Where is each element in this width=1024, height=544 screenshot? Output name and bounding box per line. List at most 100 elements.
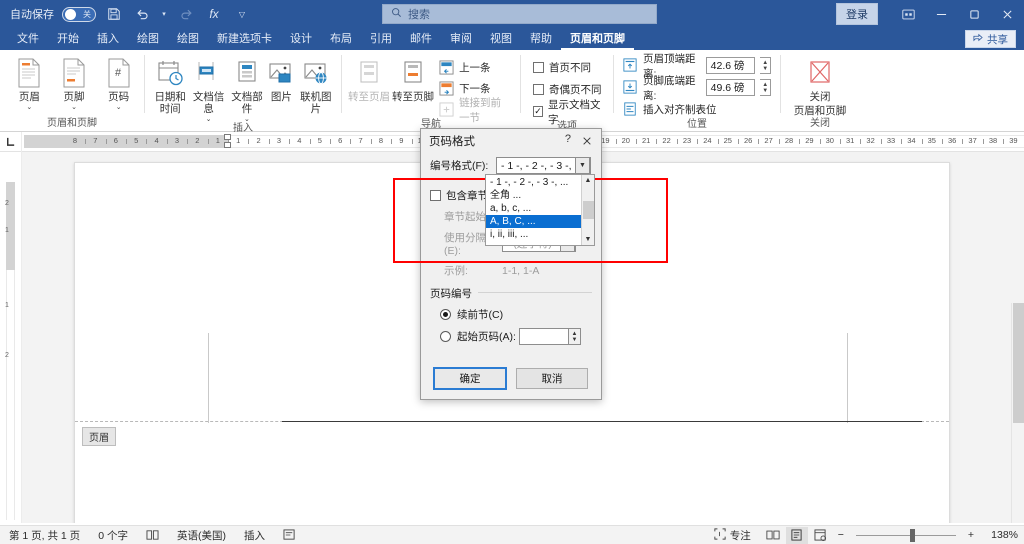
doc-info-icon <box>195 57 223 89</box>
tab-file[interactable]: 文件 <box>8 28 48 50</box>
dropdown-scroll-thumb[interactable] <box>582 201 594 219</box>
chevron-down-icon[interactable]: ▼ <box>575 157 590 174</box>
page-info[interactable]: 第 1 页, 共 1 页 <box>0 526 89 544</box>
fx-icon[interactable]: fx <box>204 4 224 24</box>
redo-icon[interactable] <box>176 4 196 24</box>
tab-header-footer[interactable]: 页眉和页脚 <box>561 28 634 50</box>
page-number-button[interactable]: # 页码 ⌄ <box>99 54 138 111</box>
tab-insert[interactable]: 插入 <box>88 28 128 50</box>
language-indicator[interactable]: 英语(美国) <box>168 526 235 544</box>
ribbon-display-options-icon[interactable] <box>892 0 925 28</box>
close-icon[interactable] <box>991 0 1024 28</box>
tab-help[interactable]: 帮助 <box>521 28 561 50</box>
dialog-help-icon[interactable]: ? <box>565 133 571 145</box>
cancel-button[interactable]: 取消 <box>516 368 588 389</box>
link-to-previous-button[interactable]: 链接到前一节 <box>436 97 514 124</box>
start-at-spinner[interactable]: ▲ ▼ <box>569 328 581 345</box>
dropdown-option[interactable]: A, B, C, ... <box>486 215 581 228</box>
dropdown-scrollbar[interactable]: ▲ ▼ <box>581 175 594 245</box>
number-format-dropdown-list[interactable]: - 1 -, - 2 -, - 3 -, ... 全角 ... a, b, c, .… <box>485 174 595 246</box>
chevron-down-icon[interactable]: ⌄ <box>26 104 32 111</box>
online-picture-button[interactable]: 联机图片 <box>297 54 335 115</box>
different-first-page-checkbox[interactable]: 首页不同 <box>530 58 594 77</box>
zoom-level[interactable]: 138% <box>980 529 1018 541</box>
vertical-ruler[interactable]: 2 1 1 2 <box>0 152 22 523</box>
footer-from-bottom-input[interactable]: 49.6 磅 <box>705 79 756 96</box>
chevron-down-icon[interactable]: ⌄ <box>71 104 77 111</box>
zoom-slider-thumb[interactable] <box>909 528 915 542</box>
chevron-down-icon[interactable]: ▼ <box>585 234 592 245</box>
tab-design[interactable]: 设计 <box>281 28 321 50</box>
scrollbar-thumb[interactable] <box>1013 303 1024 423</box>
tab-mailings[interactable]: 邮件 <box>401 28 441 50</box>
previous-button[interactable]: 上一条 <box>436 58 514 77</box>
picture-button[interactable]: 图片 <box>266 54 296 103</box>
start-at-radio[interactable] <box>440 331 451 342</box>
minimize-icon[interactable] <box>925 0 958 28</box>
undo-icon[interactable] <box>132 4 152 24</box>
ribbon-group-close: 关闭 页眉和页脚 关闭 <box>781 50 859 132</box>
chevron-up-icon[interactable]: ▲ <box>585 175 592 186</box>
footer-from-bottom-row[interactable]: 页脚底端距离: 49.6 磅 ▲ ▼ <box>620 75 774 102</box>
dropdown-option[interactable]: i, ii, iii, ... <box>486 228 581 241</box>
proofing-icon[interactable] <box>137 526 168 544</box>
dialog-close-icon[interactable] <box>577 132 597 150</box>
save-icon[interactable] <box>104 4 124 24</box>
doc-info-button[interactable]: 文档信息 ⌄ <box>189 54 227 123</box>
zoom-out-button[interactable]: − <box>834 526 848 544</box>
sign-in-button[interactable]: 登录 <box>836 3 878 25</box>
vertical-scrollbar[interactable] <box>1011 303 1024 523</box>
header-from-top-input[interactable]: 42.6 磅 <box>705 57 756 74</box>
dropdown-option[interactable]: a, b, c, ... <box>486 202 581 215</box>
tab-home[interactable]: 开始 <box>48 28 88 50</box>
insert-mode[interactable]: 插入 <box>235 526 274 544</box>
autosave-toggle[interactable]: 关 <box>62 6 96 22</box>
continue-from-previous-row[interactable]: 续前节(C) <box>430 307 592 322</box>
dropdown-option[interactable]: - 1 -, - 2 -, - 3 -, ... <box>486 176 581 189</box>
tab-view[interactable]: 视图 <box>481 28 521 50</box>
tab-draw[interactable]: 绘图 <box>128 28 168 50</box>
header-from-top-spinner[interactable]: ▲ ▼ <box>760 57 772 74</box>
close-header-footer-button[interactable]: 关闭 页眉和页脚 <box>791 54 849 117</box>
hanging-indent-marker[interactable] <box>224 142 231 148</box>
word-count[interactable]: 0 个字 <box>89 526 137 544</box>
zoom-slider[interactable] <box>855 526 956 544</box>
footer-from-bottom-spinner[interactable]: ▲ ▼ <box>760 79 772 96</box>
web-layout-icon[interactable] <box>810 527 832 544</box>
number-format-combo[interactable]: - 1 -, - 2 -, - 3 -, ... ▼ <box>496 157 591 174</box>
share-button[interactable]: 共享 <box>965 30 1016 48</box>
undo-dropdown-icon[interactable]: ▾ <box>160 4 168 24</box>
tab-references[interactable]: 引用 <box>361 28 401 50</box>
insert-alignment-tab-button[interactable]: 插入对齐制表位 <box>620 100 720 119</box>
include-chapter-checkbox[interactable] <box>430 190 441 201</box>
focus-mode-button[interactable]: 专注 <box>705 526 760 544</box>
goto-header-button[interactable]: 转至页眉 <box>348 54 390 103</box>
accessibility-icon[interactable] <box>274 526 305 544</box>
start-at-row[interactable]: 起始页码(A): ▲ ▼ <box>430 328 592 345</box>
zoom-in-button[interactable]: + <box>964 526 978 544</box>
ruler-tick <box>85 139 87 144</box>
restore-icon[interactable] <box>958 0 991 28</box>
continue-from-previous-radio[interactable] <box>440 309 451 320</box>
start-at-input[interactable] <box>519 328 569 345</box>
print-layout-icon[interactable] <box>785 526 808 544</box>
ok-button[interactable]: 确定 <box>433 367 507 390</box>
tab-draw-2[interactable]: 绘图 <box>168 28 208 50</box>
show-document-text-checkbox[interactable]: ✓ 显示文档文字 <box>530 99 607 126</box>
chevron-down-icon[interactable]: ▽ <box>232 4 252 24</box>
footer-button[interactable]: 页脚 ⌄ <box>55 54 94 111</box>
chevron-down-icon[interactable]: ⌄ <box>116 104 122 111</box>
header-button[interactable]: 页眉 ⌄ <box>10 54 49 111</box>
tab-layout[interactable]: 布局 <box>321 28 361 50</box>
read-mode-icon[interactable] <box>762 527 784 544</box>
first-line-indent-marker[interactable] <box>224 134 231 140</box>
tab-new-tab[interactable]: 新建选项卡 <box>208 28 281 50</box>
tab-review[interactable]: 审阅 <box>441 28 481 50</box>
date-time-button[interactable]: 日期和时间 <box>151 54 189 115</box>
left-tab-stop-icon[interactable] <box>0 131 22 152</box>
page-number-format-dialog[interactable]: 页码格式 ? 编号格式(F): - 1 -, - 2 -, - 3 -, ...… <box>420 128 602 400</box>
search-box[interactable]: 搜索 <box>382 4 657 24</box>
quick-parts-button[interactable]: 文档部件 ⌄ <box>228 54 266 123</box>
dropdown-option[interactable]: 全角 ... <box>486 189 581 202</box>
goto-footer-button[interactable]: 转至页脚 <box>392 54 434 103</box>
